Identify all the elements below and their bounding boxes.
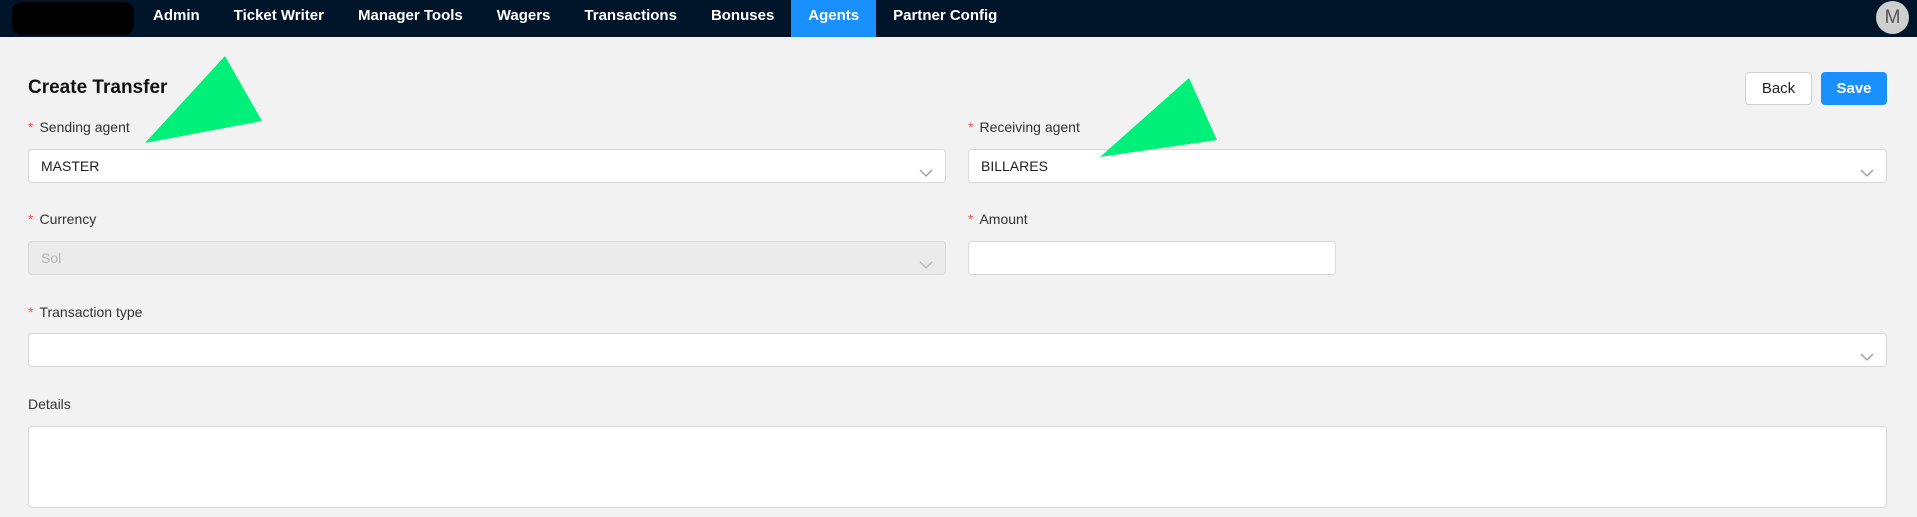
currency-select: Sol <box>28 241 946 275</box>
nav-item-ticket-writer[interactable]: Ticket Writer <box>217 0 341 37</box>
arrow-sending-agent-icon <box>145 56 262 143</box>
arrow-receiving-agent-icon <box>1100 78 1217 157</box>
currency-value: Sol <box>41 250 62 266</box>
receiving-agent-label: * Receiving agent <box>968 119 1080 135</box>
chevron-down-icon <box>919 251 933 269</box>
receiving-agent-value: BILLARES <box>981 158 1048 174</box>
nav-item-partner-config[interactable]: Partner Config <box>876 0 1014 37</box>
main-nav: Admin Ticket Writer Manager Tools Wagers… <box>136 0 1014 37</box>
nav-item-admin[interactable]: Admin <box>136 0 217 37</box>
amount-input[interactable] <box>968 241 1336 275</box>
required-mark: * <box>968 119 974 135</box>
sending-agent-label: * Sending agent <box>28 119 130 135</box>
nav-item-bonuses[interactable]: Bonuses <box>694 0 791 37</box>
amount-label: * Amount <box>968 211 1028 227</box>
transaction-type-label: * Transaction type <box>28 304 143 320</box>
required-mark: * <box>28 304 34 320</box>
logo[interactable] <box>12 2 134 35</box>
sending-agent-select[interactable]: MASTER <box>28 149 946 183</box>
sending-agent-value: MASTER <box>41 158 100 174</box>
receiving-agent-select[interactable]: BILLARES <box>968 149 1887 183</box>
nav-item-manager-tools[interactable]: Manager Tools <box>341 0 480 37</box>
page-title: Create Transfer <box>28 77 168 98</box>
user-avatar[interactable]: M <box>1876 1 1909 34</box>
details-textarea[interactable] <box>28 426 1887 508</box>
nav-item-agents[interactable]: Agents <box>791 0 877 37</box>
chevron-down-icon <box>1860 343 1874 361</box>
save-button[interactable]: Save <box>1821 72 1887 105</box>
details-label: Details <box>28 396 71 412</box>
required-mark: * <box>28 119 34 135</box>
currency-label: * Currency <box>28 211 97 227</box>
top-navigation-bar: Admin Ticket Writer Manager Tools Wagers… <box>0 0 1917 37</box>
required-mark: * <box>968 211 974 227</box>
chevron-down-icon <box>919 159 933 177</box>
nav-item-transactions[interactable]: Transactions <box>567 0 694 37</box>
required-mark: * <box>28 211 34 227</box>
transaction-type-select[interactable] <box>28 333 1887 367</box>
nav-item-wagers[interactable]: Wagers <box>480 0 568 37</box>
chevron-down-icon <box>1860 159 1874 177</box>
back-button[interactable]: Back <box>1745 72 1812 105</box>
